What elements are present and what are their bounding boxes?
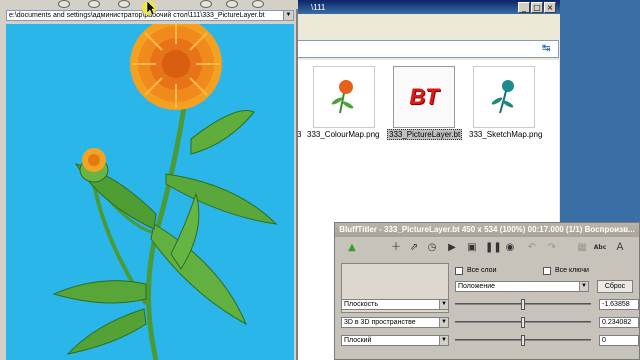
all-keys-label: Все ключи: [555, 267, 589, 274]
close-button[interactable]: ×: [544, 1, 556, 13]
font-icon[interactable]: Ａ: [613, 241, 627, 255]
file-thumb-colourmap[interactable]: [313, 66, 375, 128]
slider-2-thumb[interactable]: [521, 317, 525, 328]
blufftitler-toolbar: ▲ ＋ ⇗ ◷ ▶ ▣ ❚❚ ◉ ↶ ↷ ▦ Abc Ａ: [335, 239, 640, 259]
chevron-down-icon[interactable]: ▼: [283, 11, 293, 20]
text-style-icon[interactable]: Abc: [593, 241, 607, 255]
value-field-2[interactable]: 0.234082: [599, 317, 639, 328]
flower-icon: [331, 80, 354, 114]
image-canvas: [6, 24, 294, 360]
pointer-cursor-icon: [142, 0, 156, 16]
layer-icon[interactable]: ▲: [345, 241, 359, 255]
redo-icon[interactable]: ↷: [545, 241, 559, 255]
file-thumb-sketchmap[interactable]: [473, 66, 535, 128]
file-thumb-picturelayer[interactable]: BT: [393, 66, 455, 128]
bt-file-icon: BT: [409, 84, 439, 109]
go-icon[interactable]: ↹: [542, 43, 554, 55]
forward-icon[interactable]: [88, 0, 100, 8]
play-icon[interactable]: ▶: [445, 241, 459, 255]
mode-select-1[interactable]: Плоскость ▼: [341, 299, 449, 310]
file-label-colourmap[interactable]: 333_ColourMap.png: [307, 130, 380, 139]
back-icon[interactable]: [58, 0, 70, 8]
mode-select-1-value: Плоскость: [344, 301, 378, 308]
tool-icon[interactable]: [118, 0, 130, 8]
all-keys-checkbox[interactable]: [543, 267, 551, 275]
undo-icon[interactable]: ↶: [525, 241, 539, 255]
property-select-value: Положение: [458, 283, 495, 290]
chevron-down-icon[interactable]: ▼: [439, 318, 448, 327]
grid-icon[interactable]: ▦: [575, 241, 589, 255]
explorer-title: \111: [311, 2, 326, 12]
file-label-picturelayer[interactable]: 333_PictureLayer.bt: [387, 129, 463, 140]
render-icon[interactable]: ◉: [503, 241, 517, 255]
settings-icon[interactable]: [252, 0, 264, 8]
chevron-down-icon[interactable]: ▼: [439, 300, 448, 309]
all-layers-label: Все слои: [467, 267, 497, 274]
slider-3-thumb[interactable]: [521, 335, 525, 346]
chevron-down-icon[interactable]: ▼: [579, 282, 588, 291]
mode-select-2[interactable]: 3D в 3D пространстве ▼: [341, 317, 449, 328]
maximize-button[interactable]: □: [531, 1, 543, 13]
reset-button[interactable]: Сброс: [597, 280, 633, 293]
zoom-icon[interactable]: [226, 0, 238, 8]
mode-select-3-value: Плоский: [344, 337, 372, 344]
pause-icon[interactable]: ❚❚: [485, 241, 502, 255]
all-layers-checkbox[interactable]: [455, 267, 463, 275]
blufftitler-window: BluffTitler - 333_PictureLayer.bt 450 x …: [334, 222, 640, 360]
chevron-down-icon[interactable]: ▼: [439, 336, 448, 345]
flower-icon: [491, 80, 514, 114]
minimize-button[interactable]: _: [518, 1, 530, 13]
explorer-titlebar[interactable]: \111 _ □ ×: [297, 0, 560, 14]
save-icon[interactable]: ▣: [465, 241, 479, 255]
value-field-1[interactable]: -1.63858: [599, 299, 639, 310]
image-viewer-window: e:\documents and settings\администратор\…: [0, 0, 298, 360]
value-field-3[interactable]: 0: [599, 335, 639, 346]
new-icon[interactable]: ＋: [389, 241, 403, 255]
mode-select-2-value: 3D в 3D пространстве: [344, 319, 416, 326]
open-icon[interactable]: ⇗: [407, 241, 421, 255]
address-bar[interactable]: ↹: [297, 40, 559, 58]
calendula-illustration: [52, 24, 278, 360]
property-select[interactable]: Положение ▼: [455, 281, 589, 292]
file-label-sketchmap[interactable]: 333_SketchMap.png: [469, 130, 542, 139]
mode-select-3[interactable]: Плоский ▼: [341, 335, 449, 346]
file-path-text: e:\documents and settings\администратор\…: [9, 12, 265, 19]
timer-icon[interactable]: ◷: [425, 241, 439, 255]
zoom-icon[interactable]: [200, 0, 212, 8]
slider-1-thumb[interactable]: [521, 299, 525, 310]
blufftitler-titlebar[interactable]: BluffTitler - 333_PictureLayer.bt 450 x …: [335, 223, 639, 237]
